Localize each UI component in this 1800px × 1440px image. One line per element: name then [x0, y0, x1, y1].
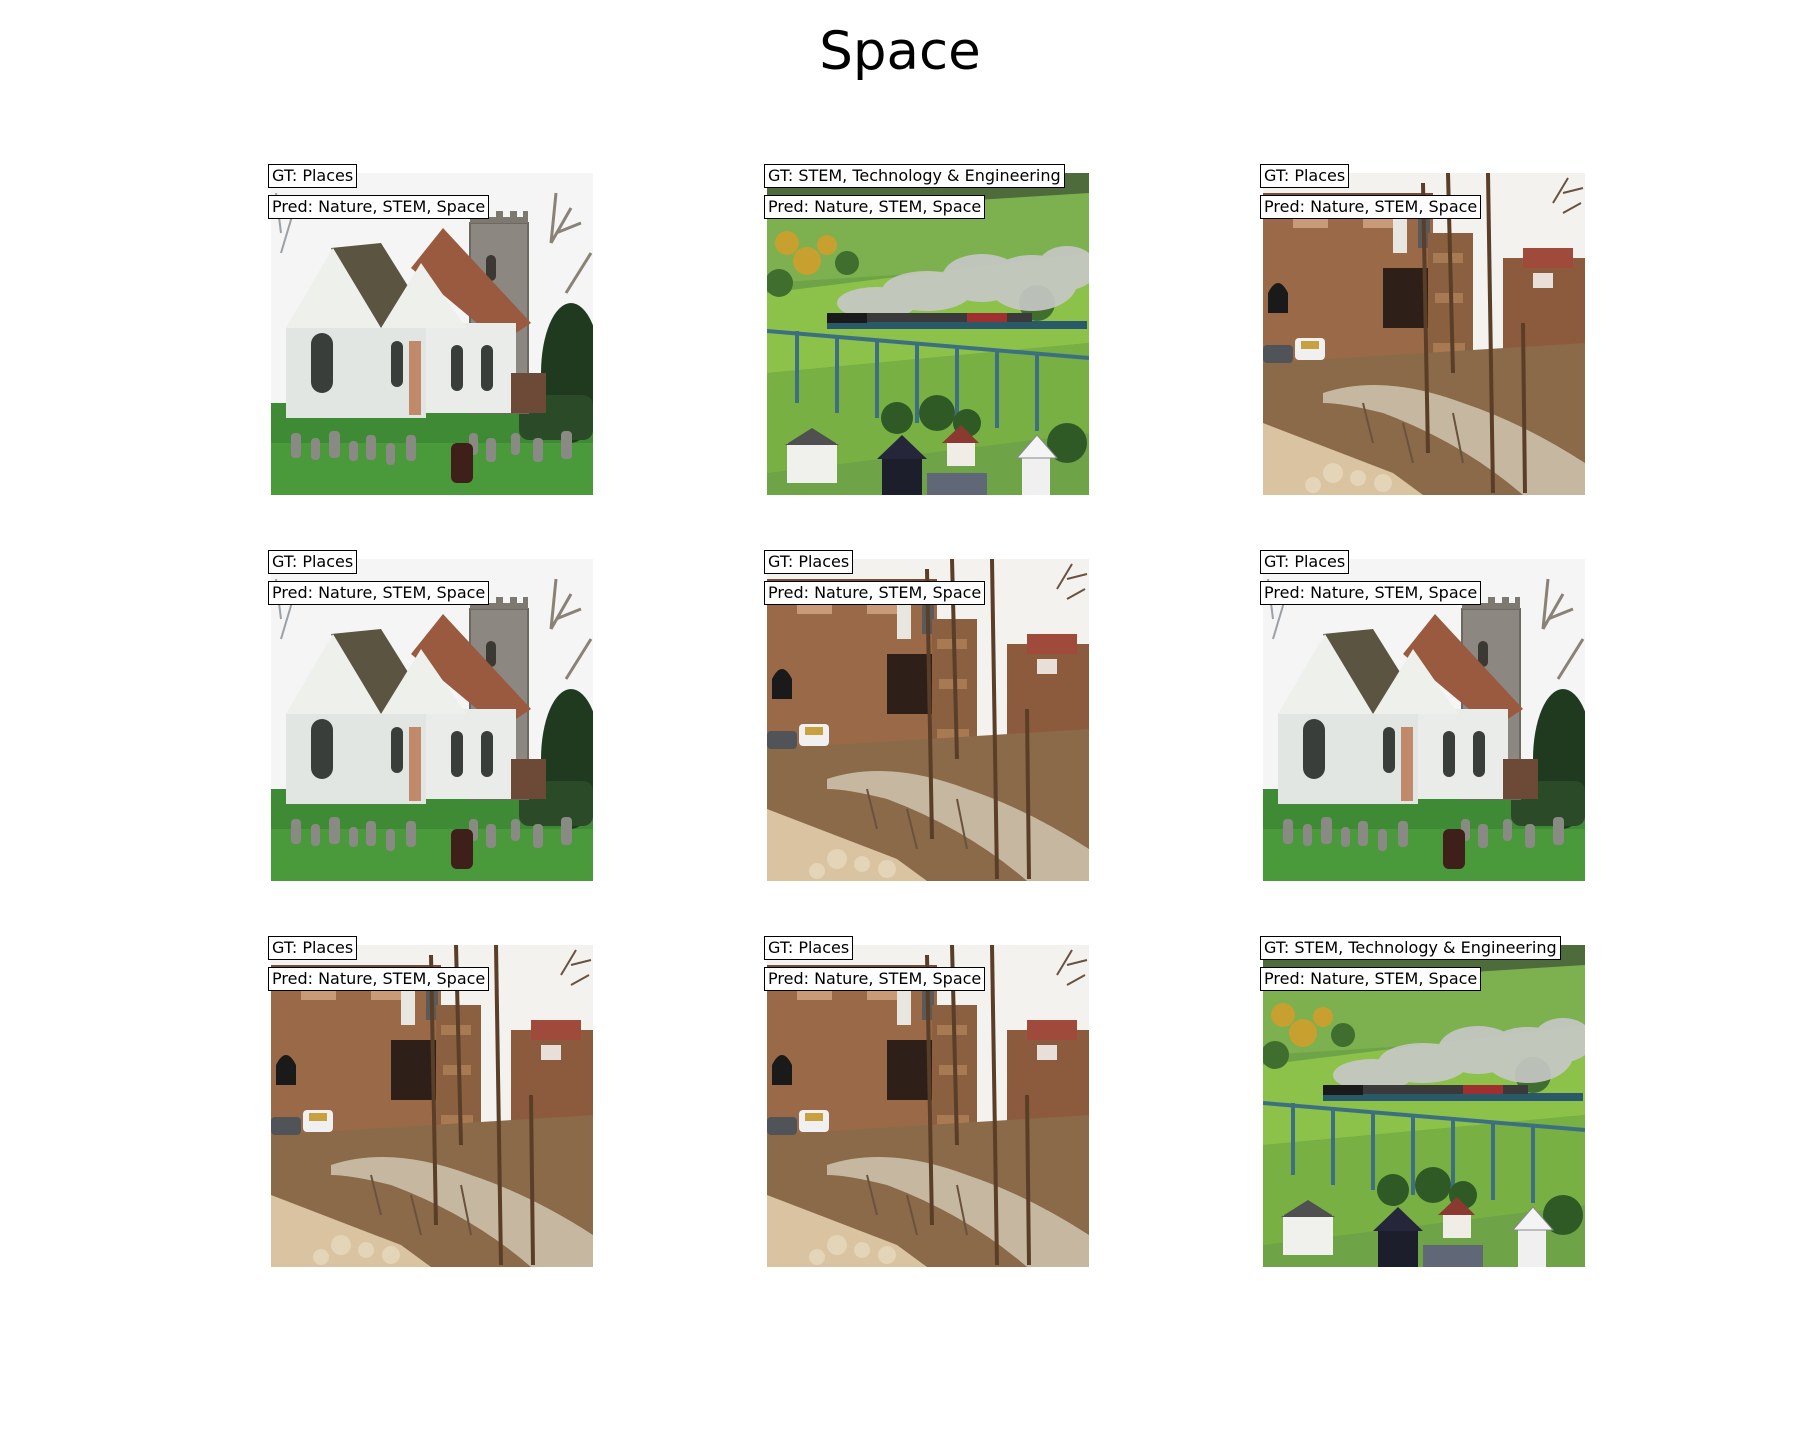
church-icon	[1263, 559, 1585, 881]
ground-truth-label: GT: Places	[1260, 164, 1350, 188]
image-panel: GT: Places Pred: Nature, STEM, Space	[1260, 164, 1585, 495]
image-panel: GT: STEM, Technology & Engineering Pred: …	[1260, 936, 1585, 1267]
train-viaduct-icon	[1263, 945, 1585, 1267]
image-panel: GT: Places Pred: Nature, STEM, Space	[1260, 550, 1585, 881]
train-viaduct-icon	[767, 173, 1089, 495]
church-icon	[271, 559, 593, 881]
ruins-icon	[767, 945, 1089, 1267]
image-panel: GT: Places Pred: Nature, STEM, Space	[268, 936, 593, 1267]
prediction-label: Pred: Nature, STEM, Space	[1260, 195, 1482, 219]
ground-truth-label: GT: Places	[268, 550, 358, 574]
prediction-label: Pred: Nature, STEM, Space	[268, 581, 490, 605]
prediction-label: Pred: Nature, STEM, Space	[764, 581, 986, 605]
ruins-icon	[767, 559, 1089, 881]
ground-truth-label: GT: Places	[764, 550, 854, 574]
ruins-icon	[1263, 173, 1585, 495]
prediction-label: Pred: Nature, STEM, Space	[1260, 581, 1482, 605]
prediction-label: Pred: Nature, STEM, Space	[268, 967, 490, 991]
image-grid: GT: Places Pred: Nature, STEM, Space GT: …	[0, 0, 1800, 1440]
image-panel: GT: Places Pred: Nature, STEM, Space	[268, 550, 593, 881]
prediction-label: Pred: Nature, STEM, Space	[764, 195, 986, 219]
prediction-label: Pred: Nature, STEM, Space	[1260, 967, 1482, 991]
image-panel: GT: Places Pred: Nature, STEM, Space	[764, 550, 1089, 881]
ruins-icon	[271, 945, 593, 1267]
ground-truth-label: GT: Places	[268, 164, 358, 188]
ground-truth-label: GT: Places	[268, 936, 358, 960]
image-panel: GT: STEM, Technology & Engineering Pred: …	[764, 164, 1089, 495]
prediction-label: Pred: Nature, STEM, Space	[764, 967, 986, 991]
ground-truth-label: GT: STEM, Technology & Engineering	[764, 164, 1065, 188]
prediction-label: Pred: Nature, STEM, Space	[268, 195, 490, 219]
church-icon	[271, 173, 593, 495]
image-panel: GT: Places Pred: Nature, STEM, Space	[268, 164, 593, 495]
image-panel: GT: Places Pred: Nature, STEM, Space	[764, 936, 1089, 1267]
ground-truth-label: GT: Places	[1260, 550, 1350, 574]
ground-truth-label: GT: STEM, Technology & Engineering	[1260, 936, 1561, 960]
ground-truth-label: GT: Places	[764, 936, 854, 960]
